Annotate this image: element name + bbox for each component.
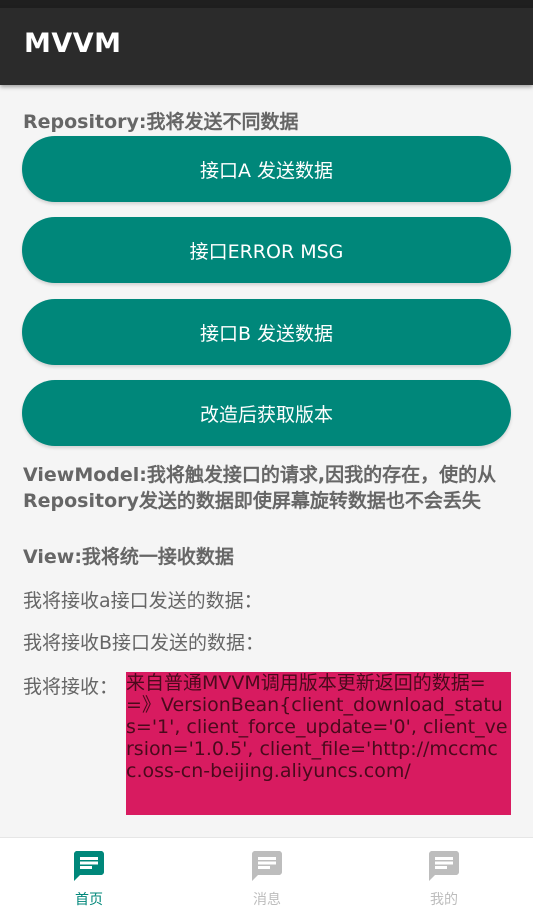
get-version-button[interactable]: 改造后获取版本 <box>22 380 511 446</box>
nav-label-messages: 消息 <box>253 892 281 908</box>
api-error-msg-button[interactable]: 接口ERROR MSG <box>22 217 511 283</box>
main-content[interactable]: Repository:我将发送不同数据 接口A 发送数据 接口ERROR MSG… <box>0 85 533 837</box>
receive-a-label: 我将接收a接口发送的数据： <box>23 590 263 612</box>
viewmodel-description-line-2: Repository发送的数据即使屏幕旋转数据也不会丢失 <box>23 490 481 512</box>
app-title: MVVM <box>24 28 122 59</box>
message-icon <box>429 851 459 881</box>
receive-label: 我将接收： <box>23 676 119 698</box>
nav-item-home[interactable]: 首页 <box>0 838 178 915</box>
viewmodel-description-line-1: ViewModel:我将触发接口的请求,因我的存在，使的从 <box>23 464 497 486</box>
api-b-send-button[interactable]: 接口B 发送数据 <box>22 299 511 365</box>
app-bar: MVVM <box>0 8 533 85</box>
view-heading: View:我将统一接收数据 <box>23 546 234 568</box>
repository-heading: Repository:我将发送不同数据 <box>23 111 299 133</box>
receive-b-label: 我将接收B接口发送的数据： <box>23 632 265 654</box>
bottom-navigation: 首页 消息 我的 <box>0 837 533 915</box>
api-a-send-button[interactable]: 接口A 发送数据 <box>22 136 511 202</box>
status-bar <box>0 0 533 8</box>
nav-item-mine[interactable]: 我的 <box>355 838 533 915</box>
nav-item-messages[interactable]: 消息 <box>178 838 356 915</box>
nav-label-home: 首页 <box>75 892 103 908</box>
message-icon <box>252 851 282 881</box>
received-data-text: 来自普通MVVM调用版本更新返回的数据==》VersionBean{client… <box>126 672 511 815</box>
message-icon <box>74 851 104 881</box>
nav-label-mine: 我的 <box>430 892 458 908</box>
